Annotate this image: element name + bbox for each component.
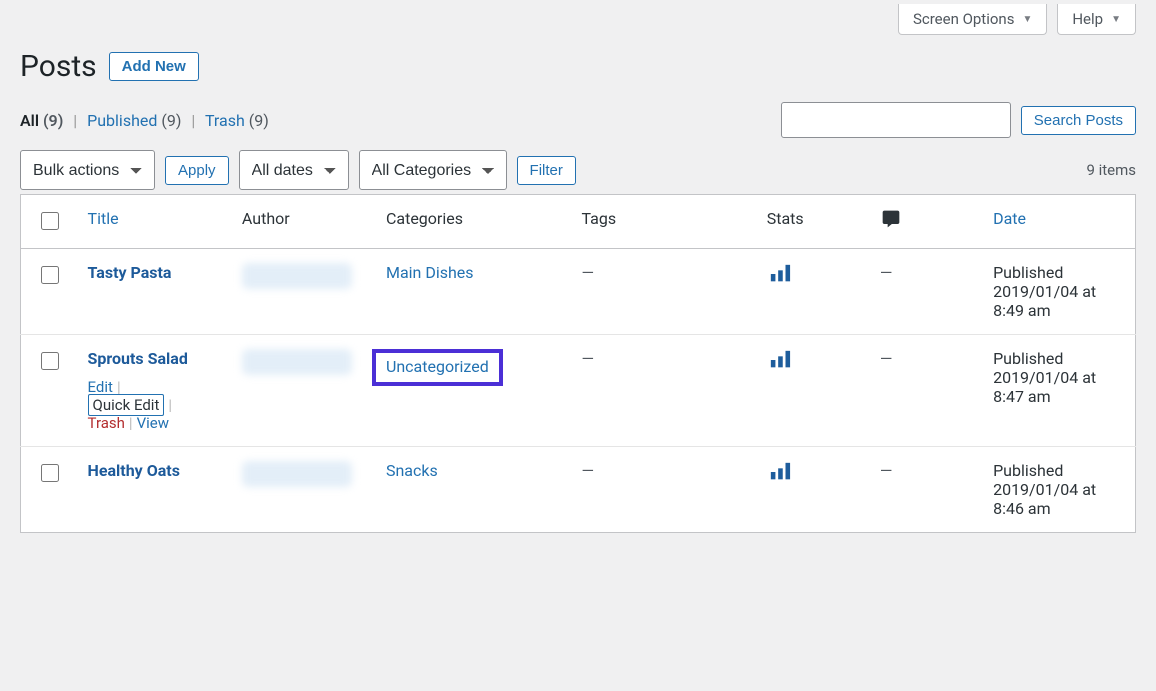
- date-cell: Published2019/01/04 at 8:46 am: [981, 447, 1135, 533]
- tags-value: —: [581, 461, 594, 480]
- col-comments: [868, 195, 981, 249]
- help-label: Help: [1072, 10, 1103, 28]
- add-new-button[interactable]: Add New: [109, 52, 199, 81]
- col-stats: Stats: [755, 195, 868, 249]
- filter-all[interactable]: All (9): [20, 111, 63, 130]
- date-cell: Published2019/01/04 at 8:47 am: [981, 335, 1135, 447]
- search-posts-button[interactable]: Search Posts: [1021, 106, 1136, 135]
- items-count: 9 items: [1086, 161, 1136, 179]
- posts-table: Title Author Categories Tags Stats Date …: [20, 194, 1136, 533]
- author-redacted: [242, 349, 352, 375]
- post-title-link[interactable]: Tasty Pasta: [88, 263, 172, 282]
- help-tab[interactable]: Help ▼: [1057, 4, 1136, 35]
- col-title[interactable]: Title: [76, 195, 230, 249]
- filter-published[interactable]: Published (9): [87, 111, 181, 130]
- comments-value: —: [880, 349, 893, 368]
- stats-icon[interactable]: [767, 356, 793, 375]
- screen-options-label: Screen Options: [913, 10, 1015, 28]
- search-input[interactable]: [781, 102, 1011, 138]
- post-title-link[interactable]: Sprouts Salad: [88, 349, 188, 368]
- page-title: Posts: [20, 49, 97, 84]
- trash-link[interactable]: Trash: [88, 414, 125, 432]
- chevron-down-icon: ▼: [1022, 14, 1032, 25]
- apply-button[interactable]: Apply: [165, 156, 229, 185]
- author-redacted: [242, 461, 352, 487]
- filter-button[interactable]: Filter: [517, 156, 576, 185]
- post-title-link[interactable]: Healthy Oats: [88, 461, 180, 480]
- category-link[interactable]: Snacks: [386, 461, 438, 480]
- stats-icon[interactable]: [767, 270, 793, 289]
- bulk-actions-select[interactable]: Bulk actions: [20, 150, 155, 190]
- screen-options-tab[interactable]: Screen Options ▼: [898, 4, 1047, 35]
- select-all-checkbox[interactable]: [41, 212, 59, 230]
- view-link[interactable]: View: [137, 414, 169, 432]
- row-actions: Edit|Quick Edit|Trash|View: [88, 378, 218, 432]
- categories-select[interactable]: All Categories: [359, 150, 507, 190]
- category-link[interactable]: Main Dishes: [386, 263, 474, 282]
- row-checkbox[interactable]: [41, 266, 59, 284]
- row-checkbox[interactable]: [41, 352, 59, 370]
- tags-value: —: [581, 263, 594, 282]
- stats-icon[interactable]: [767, 468, 793, 487]
- table-row: Healthy Oats Snacks — — Published2019/01/04 …: [21, 447, 1136, 533]
- col-date[interactable]: Date: [981, 195, 1135, 249]
- table-row: Sprouts Salad Edit|Quick Edit|Trash|View U…: [21, 335, 1136, 447]
- quick-edit-link[interactable]: Quick Edit: [88, 394, 165, 416]
- filter-trash[interactable]: Trash (9): [205, 111, 269, 130]
- status-filter-links: All (9) | Published (9) | Trash (9): [20, 111, 269, 130]
- chevron-down-icon: ▼: [1111, 14, 1121, 25]
- comments-value: —: [880, 263, 893, 282]
- comment-icon: [880, 214, 902, 233]
- table-row: Tasty Pasta Main Dishes — — Published2019/01…: [21, 249, 1136, 335]
- date-cell: Published2019/01/04 at 8:49 am: [981, 249, 1135, 335]
- col-tags: Tags: [569, 195, 754, 249]
- row-checkbox[interactable]: [41, 464, 59, 482]
- tags-value: —: [581, 349, 594, 368]
- category-highlight: Uncategorized: [372, 349, 503, 386]
- dates-select[interactable]: All dates: [239, 150, 349, 190]
- col-categories: Categories: [374, 195, 570, 249]
- comments-value: —: [880, 461, 893, 480]
- col-author: Author: [230, 195, 374, 249]
- category-link[interactable]: Uncategorized: [386, 357, 489, 376]
- author-redacted: [242, 263, 352, 289]
